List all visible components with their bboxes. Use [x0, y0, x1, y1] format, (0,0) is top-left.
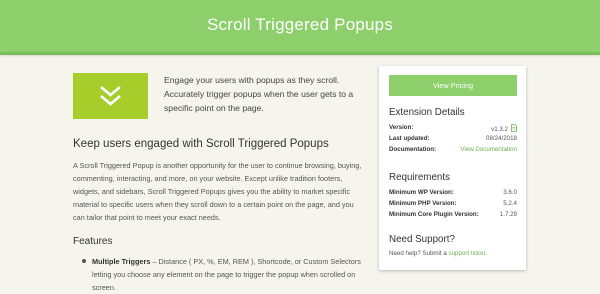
double-chevron-down-icon: [100, 86, 121, 106]
min-core-value: 1.7.29: [499, 211, 517, 218]
min-core-row: Minimum Core Plugin Version: 1.7.29: [389, 211, 517, 221]
version-label: Version:: [389, 124, 414, 131]
min-php-row: Minimum PHP Version: 5.2.4: [389, 200, 517, 210]
main-heading: Keep users engaged with Scroll Triggered…: [73, 138, 329, 150]
last-updated-value: 08/24/2018: [486, 135, 517, 142]
extension-details-heading: Extension Details: [389, 107, 465, 118]
page-title: Scroll Triggered Popups: [206, 15, 394, 34]
support-ticket-link[interactable]: support ticket: [449, 250, 486, 257]
feature-list-item: Multiple Triggers – Distance ( PX, %, EM…: [82, 255, 364, 294]
requirements-heading: Requirements: [389, 172, 450, 183]
min-core-label: Minimum Core Plugin Version:: [389, 211, 479, 218]
last-updated-row: Last updated: 08/24/2018: [389, 135, 517, 145]
min-wp-row: Minimum WP Version: 3.6.0: [389, 189, 517, 199]
version-row: Version: v1.3.2: [389, 124, 517, 134]
last-updated-label: Last updated:: [389, 135, 430, 142]
features-heading: Features: [73, 236, 113, 247]
support-text-prefix: Need help? Submit a: [389, 250, 449, 257]
documentation-label: Documentation:: [389, 146, 437, 153]
view-pricing-button[interactable]: View Pricing: [389, 75, 517, 96]
min-wp-value: 3.6.0: [503, 189, 517, 196]
min-wp-label: Minimum WP Version:: [389, 189, 454, 196]
version-value: v1.3.2: [491, 126, 508, 133]
documentation-row: Documentation: View Documentation: [389, 146, 517, 156]
extension-sidebar: View Pricing Extension Details Version: …: [379, 66, 526, 270]
bullet-icon: [82, 259, 86, 263]
support-text: Need help? Submit a support ticket.: [389, 250, 487, 257]
view-documentation-link[interactable]: View Documentation: [460, 146, 517, 153]
hero-icon-box: [73, 73, 148, 119]
feature-title: Multiple Triggers: [92, 257, 151, 266]
hero-description: Engage your users with popups as they sc…: [164, 75, 354, 113]
main-description: A Scroll Triggered Popup is another oppo…: [73, 161, 362, 222]
support-text-suffix: .: [485, 250, 488, 257]
min-php-value: 5.2.4: [503, 200, 517, 207]
min-php-label: Minimum PHP Version:: [389, 200, 457, 207]
support-heading: Need Support?: [389, 234, 455, 245]
changelog-icon[interactable]: [511, 124, 517, 132]
header-banner: Scroll Triggered Popups: [0, 0, 600, 55]
version-value-wrap: v1.3.2: [491, 124, 517, 133]
